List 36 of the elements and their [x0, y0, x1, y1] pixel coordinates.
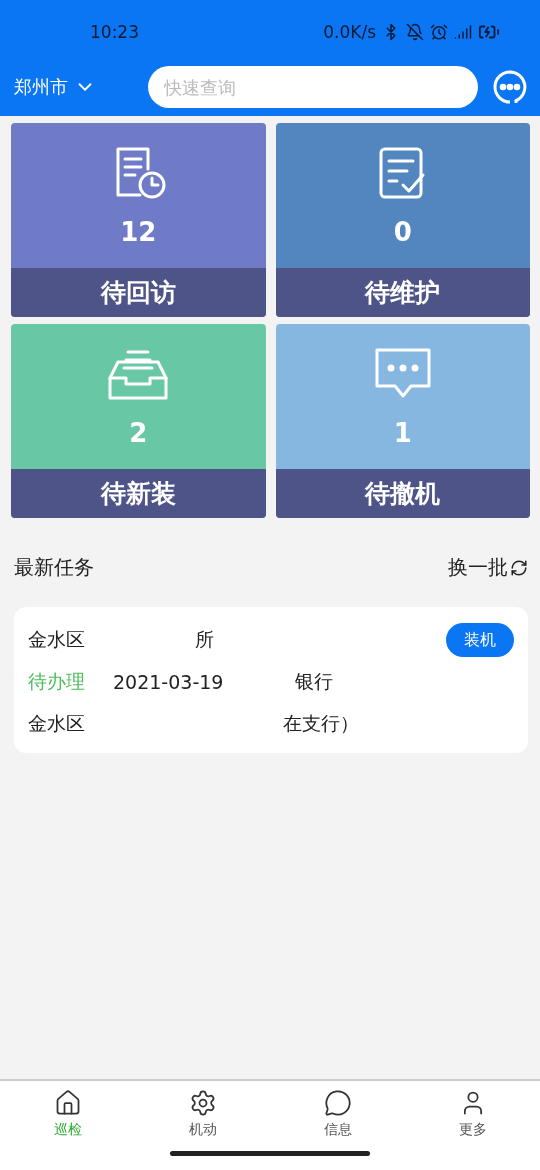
signal-icon — [454, 23, 472, 41]
refresh-button[interactable]: 换一批 — [448, 554, 528, 581]
refresh-icon — [510, 558, 528, 577]
network-speed: 0.0K/s — [323, 22, 376, 42]
search-field[interactable]: 快速查询 — [148, 66, 478, 108]
tile-count: 1 — [393, 418, 412, 448]
task-bank: 银行 — [295, 669, 334, 694]
tile-label: 待回访 — [11, 268, 266, 317]
task-status: 待办理 — [28, 669, 85, 694]
tile-count: 2 — [129, 418, 148, 448]
task-card[interactable]: 金水区 所 装机 待办理 2021-03-19 银行 金水区 在支行） — [14, 607, 528, 753]
task-address: 在支行） — [283, 711, 359, 736]
chat-bubble-icon — [323, 1089, 352, 1117]
tab-item[interactable]: 机动 — [135, 1081, 270, 1139]
task-tile[interactable]: 0 待维护 — [275, 123, 530, 317]
tab-item[interactable]: 更多 — [405, 1081, 540, 1139]
tile-label: 待撤机 — [275, 469, 530, 518]
task-tile[interactable]: 1 待撤机 — [275, 324, 530, 518]
tile-count: 0 — [393, 217, 412, 247]
tile-label: 待维护 — [275, 268, 530, 317]
tile-label: 待新装 — [11, 469, 266, 518]
section-title: 最新任务 — [14, 554, 94, 581]
tab-item[interactable]: 信息 — [270, 1081, 405, 1139]
task-date: 2021-03-19 — [113, 671, 224, 693]
task-tile[interactable]: 12 待回访 — [11, 123, 266, 317]
muted-bell-icon — [406, 23, 424, 41]
task-address: 金水区 — [28, 627, 85, 652]
status-time: 10:23 — [90, 22, 140, 42]
message-button[interactable] — [492, 69, 528, 105]
task-tile[interactable]: 2 待新装 — [11, 324, 266, 518]
alarm-icon — [430, 23, 448, 41]
task-address: 所 — [195, 627, 214, 652]
install-button[interactable]: 装机 — [446, 623, 514, 657]
tile-count: 12 — [120, 217, 157, 247]
task-address: 金水区 — [28, 711, 85, 736]
city-selector[interactable]: 郑州市 — [14, 75, 138, 99]
